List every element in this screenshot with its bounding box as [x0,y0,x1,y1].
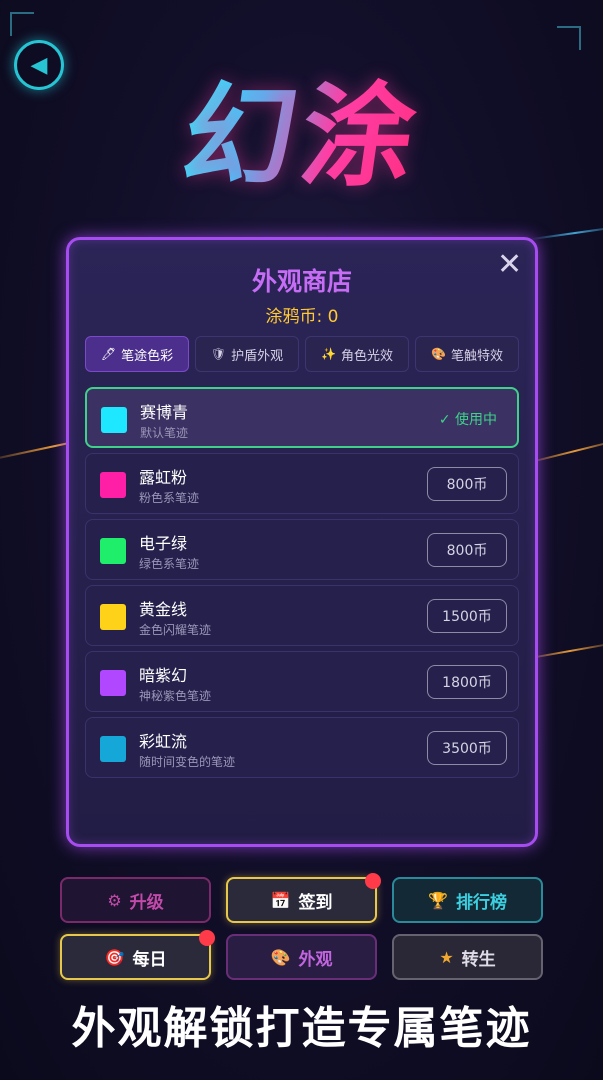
buy-button[interactable]: 800币 [427,533,507,567]
logo-text: 幻涂 [173,62,430,212]
palette-icon: 🎨 [431,347,446,361]
color-swatch [100,736,126,762]
item-description: 神秘紫色笔迹 [139,689,212,703]
leaderboard-label: 排行榜 [455,892,507,913]
tab-label: 护盾外观 [231,348,284,364]
sign-in-button[interactable]: 📅 签到 [226,873,381,923]
item-name: 黄金线 [139,600,188,619]
upgrade-label: 升级 [129,892,164,913]
tab-shield-look[interactable]: 🛡 护盾外观 [195,336,299,372]
color-swatch [100,670,126,696]
color-swatch [100,604,126,630]
list-item[interactable]: 彩虹流 随时间变色的笔迹 3500币 [85,717,519,778]
upgrade-button[interactable]: ⚙ 升级 [60,877,211,923]
notification-dot [199,930,215,946]
rebirth-label: 转生 [461,949,496,970]
item-description: 默认笔迹 [140,426,189,440]
list-item[interactable]: 暗紫幻 神秘紫色笔迹 1800币 [85,651,519,712]
sign-in-label: 签到 [298,892,333,913]
daily-label: 每日 [132,949,167,970]
palette-icon: 🎨 [270,947,291,967]
tab-label: 笔途色彩 [121,348,174,364]
item-name: 露虹粉 [139,468,188,487]
rebirth-button[interactable]: ★ 转生 [392,934,543,980]
list-item[interactable]: 露虹粉 粉色系笔迹 800币 [85,453,519,514]
item-description: 金色闪耀笔迹 [139,623,212,637]
pen-icon: 🖊 [100,347,117,361]
color-swatch [101,407,127,433]
daily-button[interactable]: 🎯 每日 [60,930,215,980]
shop-tabs: 🖊 笔途色彩 🛡 护盾外观 ✨ 角色光效 🎨 笔触特效 [85,336,519,372]
buy-button[interactable]: 1500币 [427,599,507,633]
item-name: 赛博青 [140,403,189,422]
item-name: 暗紫幻 [139,666,188,685]
appearance-button[interactable]: 🎨 外观 [226,934,377,980]
notification-dot [365,873,381,889]
appearance-label: 外观 [298,949,333,970]
list-item[interactable]: 赛博青 默认笔迹 ✓ 使用中 [85,387,519,448]
gear-icon: ⚙ [107,890,122,910]
buy-button[interactable]: 800币 [427,467,507,501]
buy-button[interactable]: 1800币 [427,665,507,699]
item-description: 绿色系笔迹 [139,557,200,571]
item-description: 随时间变色的笔迹 [139,755,236,769]
coin-balance: 涂鸦币: 0 [265,307,339,327]
leaderboard-button[interactable]: 🏆 排行榜 [392,877,543,923]
calendar-icon: 📅 [270,890,291,910]
buy-button[interactable]: 3500币 [427,731,507,765]
game-logo: 幻涂 [0,62,603,212]
star-icon: ★ [439,947,454,967]
target-icon: 🎯 [104,947,125,967]
shield-icon: 🛡 [210,347,227,361]
tab-character-glow[interactable]: ✨ 角色光效 [305,336,409,372]
trophy-icon: 🏆 [428,890,448,910]
promo-tagline: 外观解锁打造专属笔迹 [71,1003,532,1054]
item-name: 彩虹流 [139,732,188,751]
in-use-status: ✓ 使用中 [438,412,497,428]
list-item[interactable]: 黄金线 金色闪耀笔迹 1500币 [85,585,519,646]
color-list: 赛博青 默认笔迹 ✓ 使用中 露虹粉 粉色系笔迹 800币 电子绿 绿色系笔迹 … [85,387,519,783]
shop-title: 外观商店 [251,267,352,296]
tab-label: 笔触特效 [450,348,503,364]
appearance-shop-panel: ✕ 外观商店 涂鸦币: 0 🖊 笔途色彩 🛡 护盾外观 ✨ 角色光效 🎨 笔触特… [66,237,538,847]
item-description: 粉色系笔迹 [139,491,200,505]
color-swatch [100,538,126,564]
sparkle-icon: ✨ [321,347,336,361]
color-swatch [100,472,126,498]
item-name: 电子绿 [139,534,188,553]
tab-pen-color[interactable]: 🖊 笔途色彩 [85,336,189,372]
list-item[interactable]: 电子绿 绿色系笔迹 800币 [85,519,519,580]
tab-stroke-effect[interactable]: 🎨 笔触特效 [415,336,519,372]
tab-label: 角色光效 [340,348,393,364]
